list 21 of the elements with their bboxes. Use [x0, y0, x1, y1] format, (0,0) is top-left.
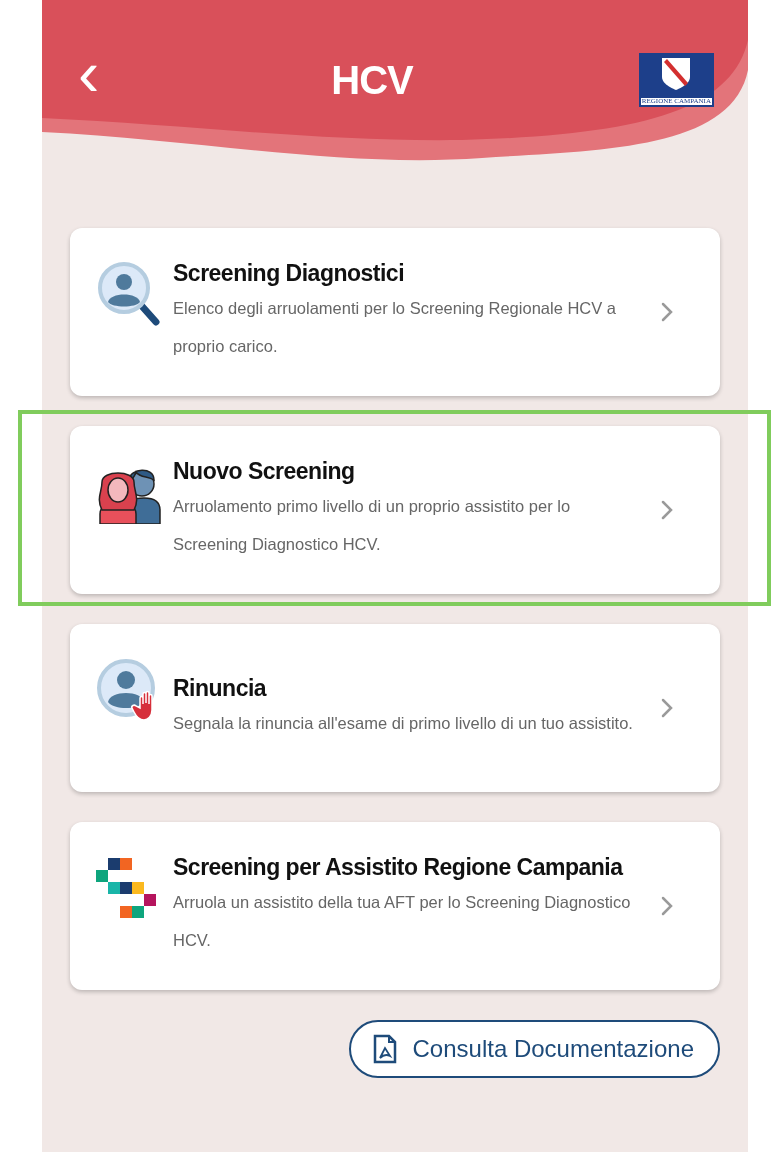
chevron-right-icon — [661, 500, 673, 520]
card-description: Arruola un assistito della tua AFT per lo Screening Diagnostico HCV. — [173, 891, 632, 951]
card-title: Nuovo Screening — [173, 457, 356, 487]
documentation-button[interactable]: Consulta Documentazione — [348, 1020, 720, 1078]
menu-card[interactable]: Screening per Assistito Regione Campania Arruola un assistito della tua AFT per lo Screening Diagnostico HCV. — [70, 822, 720, 990]
card-title: Screening per Assistito Regione Campania — [173, 853, 625, 883]
card-description: Elenco degli arruolamenti per lo Screening Regionale HCV a proprio carico. — [173, 297, 617, 357]
pdf-file-icon — [372, 1034, 397, 1064]
back-button[interactable]: ‹ — [72, 41, 106, 119]
menu-card[interactable]: Nuovo Screening Arruolamento primo livello di un proprio assistito per lo Screening Diagnostico HCV. — [70, 426, 720, 594]
card-description: Arruolamento primo livello di un proprio assistito per lo Screening Diagnostico HCV. — [173, 495, 572, 555]
page-title: HCV — [331, 57, 413, 104]
chevron-right-icon — [661, 302, 673, 322]
card-description: Segnala la rinuncia all'esame di primo livello di un tuo assistito. — [173, 712, 634, 734]
menu-card[interactable]: Screening Diagnostici Elenco degli arruolamenti per lo Screening Regionale HCV a proprio carico. — [70, 228, 720, 396]
magnifier-person-icon — [96, 260, 162, 326]
chevron-right-icon — [661, 896, 673, 916]
menu-card[interactable]: Rinuncia Segnala la rinuncia all'esame di primo livello di un tuo assistito. — [70, 624, 720, 792]
chevron-right-icon — [661, 698, 673, 718]
card-title: Rinuncia — [173, 674, 268, 704]
card-title: Screening Diagnostici — [173, 259, 406, 289]
